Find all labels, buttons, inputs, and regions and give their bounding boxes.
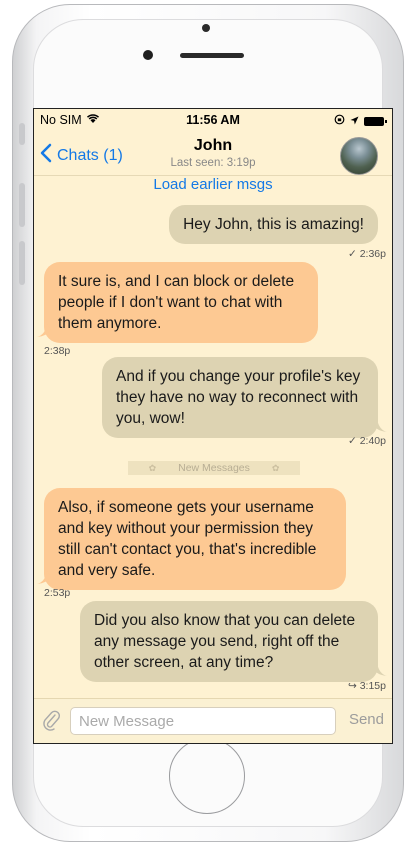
send-button[interactable]: Send bbox=[349, 711, 384, 728]
message-timestamp: ↪ 3:15p bbox=[348, 680, 386, 692]
contact-avatar[interactable] bbox=[340, 137, 378, 175]
message-timestamp: ✓ 2:40p bbox=[348, 435, 386, 447]
divider-star-icon: ✿ bbox=[148, 462, 157, 473]
message-bubble-incoming[interactable]: It sure is, and I can block or delete pe… bbox=[44, 262, 318, 343]
mute-switch bbox=[19, 123, 25, 145]
proximity-sensor bbox=[202, 24, 210, 32]
message-bubble-incoming[interactable]: Also, if someone gets your username and … bbox=[44, 488, 346, 590]
message-bubble-outgoing[interactable]: Hey John, this is amazing! bbox=[169, 205, 378, 244]
message-timestamp: 2:53p bbox=[44, 587, 71, 599]
message-bubble-outgoing[interactable]: Did you also know that you can delete an… bbox=[80, 601, 378, 682]
battery-icon bbox=[364, 116, 387, 126]
message-timestamp: 2:38p bbox=[44, 345, 71, 357]
new-messages-label: New Messages bbox=[178, 462, 250, 474]
volume-up-button bbox=[19, 183, 25, 227]
earpiece-speaker bbox=[180, 53, 244, 58]
incoming-bubble-tail bbox=[37, 324, 51, 337]
location-arrow-icon bbox=[350, 114, 359, 128]
message-bubble-outgoing[interactable]: And if you change your profile's key the… bbox=[102, 357, 378, 438]
last-seen-label: Last seen: 3:19p bbox=[170, 157, 256, 169]
incoming-bubble-tail bbox=[37, 571, 51, 584]
nav-bar: Chats (1) John Last seen: 3:19p bbox=[34, 131, 392, 176]
divider-star-icon: ✿ bbox=[271, 462, 280, 473]
load-earlier-button[interactable]: Load earlier msgs bbox=[34, 176, 392, 193]
new-messages-divider: ✿ New Messages ✿ bbox=[128, 461, 300, 475]
message-composer: Send bbox=[34, 698, 392, 743]
volume-down-button bbox=[19, 241, 25, 285]
phone-screen: No SIM 11:56 AM Chats (1) John Last seen… bbox=[33, 108, 393, 744]
paperclip-icon[interactable] bbox=[42, 710, 62, 737]
contact-name: John bbox=[193, 137, 233, 154]
outgoing-bubble-tail bbox=[373, 419, 387, 432]
status-right bbox=[334, 114, 387, 128]
message-timestamp: ✓ 2:36p bbox=[348, 248, 386, 260]
front-camera bbox=[143, 50, 153, 60]
message-input[interactable] bbox=[70, 707, 336, 735]
status-bar: No SIM 11:56 AM bbox=[34, 109, 392, 131]
home-button[interactable] bbox=[169, 738, 245, 814]
outgoing-bubble-tail bbox=[373, 663, 387, 676]
orientation-lock-icon bbox=[334, 114, 345, 128]
